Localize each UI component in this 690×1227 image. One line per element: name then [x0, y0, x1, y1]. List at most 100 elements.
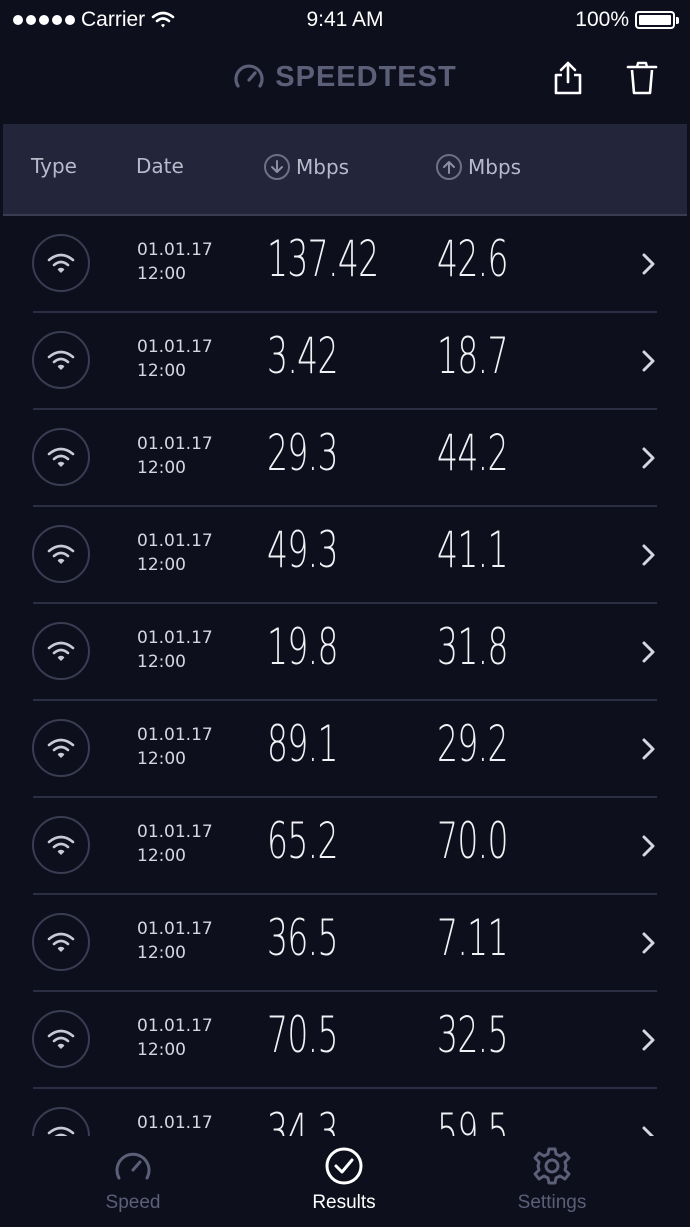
tab-speed[interactable]: Speed — [53, 1146, 213, 1214]
trash-icon — [626, 61, 658, 95]
result-row[interactable]: 01.01.17 12:00 49.3 41.1 — [3, 507, 687, 604]
result-date-time: 12:00 — [137, 749, 186, 769]
check-circle-icon — [325, 1147, 363, 1185]
upload-speed: 29.2 — [437, 715, 508, 773]
upload-speed: 59.5 — [437, 1103, 508, 1136]
chevron-right-icon[interactable] — [639, 249, 659, 279]
chevron-right-icon[interactable] — [639, 1122, 659, 1136]
upload-speed: 44.2 — [437, 424, 508, 482]
result-date: 01.01.17 12:00 — [137, 529, 213, 577]
chevron-right-icon[interactable] — [639, 443, 659, 473]
result-date-time: 12:00 — [137, 1040, 186, 1060]
upload-speed: 42.6 — [437, 230, 508, 288]
result-date-day: 01.01.17 — [137, 1016, 213, 1036]
speedometer-icon — [115, 1152, 151, 1180]
chevron-right-icon[interactable] — [639, 346, 659, 376]
gear-icon — [533, 1147, 571, 1185]
result-date: 01.01.17 12:00 — [137, 820, 213, 868]
download-speed: 70.5 — [267, 1006, 338, 1064]
upload-speed: 7.11 — [437, 909, 508, 967]
result-date: 01.01.17 12:00 — [137, 626, 213, 674]
column-upload-label: Mbps — [468, 155, 522, 179]
result-date: 01.01.17 12:00 — [137, 1014, 213, 1062]
wifi-type-icon — [32, 913, 90, 971]
column-date[interactable]: Date — [136, 154, 184, 178]
result-row[interactable]: 01.01.17 12:00 29.3 44.2 — [3, 410, 687, 507]
chevron-right-icon[interactable] — [639, 734, 659, 764]
result-date-day: 01.01.17 — [137, 240, 213, 260]
wifi-type-icon — [32, 622, 90, 680]
result-row[interactable]: 01.01.17 12:00 70.5 32.5 — [3, 992, 687, 1089]
chevron-right-icon[interactable] — [639, 540, 659, 570]
result-row[interactable]: 01.01.17 12:00 3.42 18.7 — [3, 313, 687, 410]
result-date-time: 12:00 — [137, 943, 186, 963]
download-arrow-icon — [264, 154, 290, 180]
result-date-day: 01.01.17 — [137, 434, 213, 454]
result-date-day: 01.01.17 — [137, 337, 213, 357]
result-date-time: 12:00 — [137, 361, 186, 381]
column-date-label: Date — [136, 154, 184, 178]
upload-speed: 18.7 — [437, 327, 508, 385]
wifi-type-icon — [32, 525, 90, 583]
result-row[interactable]: 01.01.17 12:00 137.42 42.6 — [3, 216, 687, 313]
chevron-right-icon[interactable] — [639, 928, 659, 958]
status-bar: Carrier 9:41 AM 100% — [3, 0, 687, 44]
result-date: 01.01.17 12:00 — [137, 1111, 213, 1136]
chevron-right-icon[interactable] — [639, 831, 659, 861]
tab-settings[interactable]: Settings — [472, 1146, 632, 1214]
result-row[interactable]: 01.01.17 12:00 65.2 70.0 — [3, 798, 687, 895]
app-screen: Carrier 9:41 AM 100% SPEEDTEST Type Date… — [3, 0, 687, 1223]
wifi-type-icon — [32, 331, 90, 389]
result-date: 01.01.17 12:00 — [137, 238, 213, 286]
column-download-label: Mbps — [296, 155, 350, 179]
download-speed: 137.42 — [267, 230, 379, 288]
tab-bar: Speed Results Settings — [3, 1136, 687, 1223]
upload-speed: 41.1 — [437, 521, 508, 579]
tab-settings-label: Settings — [517, 1192, 587, 1213]
result-row[interactable]: 01.01.17 12:00 89.1 29.2 — [3, 701, 687, 798]
delete-button[interactable] — [622, 58, 662, 98]
chevron-right-icon[interactable] — [639, 1025, 659, 1055]
download-speed: 49.3 — [267, 521, 338, 579]
upload-speed: 70.0 — [437, 812, 508, 870]
column-download[interactable]: Mbps — [264, 154, 349, 180]
battery-percent: 100% — [575, 8, 629, 31]
tab-results[interactable]: Results — [264, 1146, 424, 1214]
share-button[interactable] — [548, 58, 588, 98]
chevron-right-icon[interactable] — [639, 637, 659, 667]
column-type[interactable]: Type — [31, 154, 77, 178]
result-row[interactable]: 01.01.17 12:00 19.8 31.8 — [3, 604, 687, 701]
result-date-day: 01.01.17 — [137, 628, 213, 648]
nav-bar: SPEEDTEST — [3, 44, 687, 124]
result-date-day: 01.01.17 — [137, 1113, 213, 1133]
result-row[interactable]: 01.01.17 12:00 36.5 7.11 — [3, 895, 687, 992]
battery-icon — [635, 11, 679, 29]
result-date-time: 12:00 — [137, 555, 186, 575]
download-speed: 36.5 — [267, 909, 338, 967]
result-date-time: 12:00 — [137, 652, 186, 672]
result-row[interactable]: 01.01.17 12:00 34.3 59.5 — [3, 1089, 687, 1136]
upload-speed: 32.5 — [437, 1006, 508, 1064]
share-icon — [554, 61, 582, 95]
wifi-type-icon — [32, 1107, 90, 1136]
result-date-time: 12:00 — [137, 458, 186, 478]
result-date: 01.01.17 12:00 — [137, 335, 213, 383]
tab-results-label: Results — [312, 1192, 376, 1213]
result-date: 01.01.17 12:00 — [137, 432, 213, 480]
download-speed: 65.2 — [267, 812, 338, 870]
upload-arrow-icon — [436, 154, 462, 180]
column-type-label: Type — [31, 154, 77, 178]
result-date-time: 12:00 — [137, 846, 186, 866]
results-list: 01.01.17 12:00 137.42 42.6 01.01.17 12:0… — [3, 216, 687, 1136]
speedometer-logo-icon — [234, 64, 264, 88]
status-right: 100% — [575, 8, 679, 32]
results-table-header: Type Date Mbps Mbps — [3, 124, 687, 216]
column-upload[interactable]: Mbps — [436, 154, 521, 180]
tab-speed-label: Speed — [105, 1192, 161, 1213]
upload-speed: 31.8 — [437, 618, 508, 676]
result-date-time: 12:00 — [137, 264, 186, 284]
download-speed: 19.8 — [267, 618, 338, 676]
result-date-day: 01.01.17 — [137, 725, 213, 745]
wifi-type-icon — [32, 428, 90, 486]
download-speed: 34.3 — [267, 1103, 338, 1136]
